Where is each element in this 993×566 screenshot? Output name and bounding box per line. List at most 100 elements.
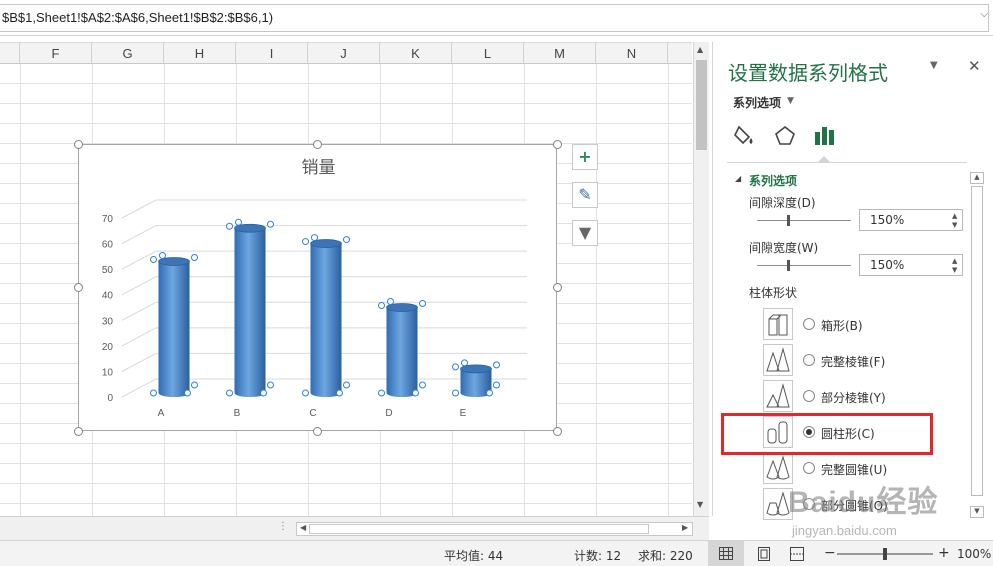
series-options-dropdown[interactable]: 系列选项 [733,94,781,111]
status-sum[interactable]: 求和: 220 [638,547,693,564]
formula-expand-icon[interactable]: ⌵ [980,9,988,20]
shape-option-box[interactable]: 箱形(B) [749,308,959,342]
radio-full-cone[interactable] [803,462,815,474]
chart-resize-handle[interactable] [553,427,562,436]
gap-depth-slider[interactable] [757,215,851,226]
column-header-k[interactable]: K [380,43,452,64]
bar-body [234,228,266,397]
split-grip-icon[interactable]: ⋮ [278,521,288,532]
hscroll-track[interactable] [296,522,693,536]
section-collapse-icon[interactable]: ◢ [735,174,741,183]
pane-divider [727,162,967,163]
scroll-up-icon[interactable]: ▲ [697,45,703,54]
gap-depth-slider-knob[interactable] [787,215,790,226]
chart-resize-handle[interactable] [74,427,83,436]
y-axis-tick-label: 60 [102,240,114,251]
pane-scroll-down-icon[interactable]: ▼ [970,506,984,518]
zoom-slider[interactable] [837,548,933,560]
bar-body [386,307,418,397]
zoom-slider-knob[interactable] [883,548,887,560]
spin-down-icon[interactable]: ▼ [952,221,960,229]
pane-options-dropdown-icon[interactable]: ▼ [930,60,938,71]
y-axis-tick-label: 0 [107,393,113,404]
pane-scroll-up-icon[interactable]: ▲ [970,172,984,184]
series-selection-point [267,220,274,228]
hscroll-thumb[interactable] [309,524,649,534]
pane-scroll-thumb[interactable] [971,186,983,496]
status-count[interactable]: 计数: 12 [574,547,621,564]
radio-box[interactable] [803,318,815,330]
effects-pentagon-icon[interactable] [773,124,797,148]
series-selection-point [191,253,198,261]
spin-down-icon[interactable]: ▼ [952,266,960,274]
scroll-down-icon[interactable]: ▼ [697,500,703,509]
column-header-partial[interactable] [0,43,20,64]
gap-depth-input[interactable]: 150% ▲ ▼ [859,209,963,231]
sheet-horizontal-scrollbar[interactable]: ⋮ ◀ ▶ [0,516,709,540]
bar-cylinder [234,223,266,397]
chart-resize-handle[interactable] [313,140,322,149]
chart-resize-handle[interactable] [74,140,83,149]
chart-plot-svg: 70 60 50 40 30 20 10 0 A B C D E [102,199,527,419]
column-header-g[interactable]: G [92,43,164,64]
spin-up-icon[interactable]: ▲ [952,212,960,220]
chart-resize-handle[interactable] [74,283,83,292]
column-header-j[interactable]: J [308,43,380,64]
section-series-options[interactable]: 系列选项 [749,172,797,189]
shape-option-full-pyramid[interactable]: 完整棱锥(F) [749,344,959,378]
column-header-f[interactable]: F [20,43,92,64]
chart-filter-button[interactable]: ▼ [572,220,598,246]
series-selection-point [486,389,493,397]
column-header-n[interactable]: N [596,43,668,64]
gap-width-slider[interactable] [757,260,851,271]
chevron-down-icon[interactable]: ▼ [787,96,794,106]
radio-full-pyramid[interactable] [803,354,815,366]
gap-depth-value: 150% [870,213,905,227]
series-selection-point [378,302,385,309]
series-selection-point [461,359,468,367]
scroll-left-icon[interactable]: ◀ [300,523,306,532]
pane-scrollbar[interactable]: ▲ ▼ [970,172,984,518]
normal-view-button[interactable] [708,541,744,566]
status-average[interactable]: 平均值: 44 [444,547,503,564]
active-tab-pointer [817,156,831,163]
chart-elements-button[interactable]: + [572,144,598,170]
page-layout-view-icon[interactable] [758,547,770,561]
series-selection-point [493,381,500,389]
chart-resize-handle[interactable] [553,140,562,149]
chart-resize-handle[interactable] [553,283,562,292]
pane-close-button[interactable]: ✕ [968,57,981,75]
option-partial-pyramid-label: 部分棱锥(Y) [821,391,886,405]
chart-styles-button[interactable]: ✎ [572,182,598,208]
y-axis-tick-label: 20 [102,342,114,353]
chart-resize-handle[interactable] [313,427,322,436]
scroll-right-icon[interactable]: ▶ [682,523,688,532]
highlight-frame [721,413,933,455]
series-options-bar-icon[interactable] [813,124,837,148]
zoom-level[interactable]: 100% [957,547,991,561]
sheet-scroll-thumb[interactable] [696,60,707,150]
chart-area[interactable]: 销量 70 60 50 40 30 20 10 0 A B C D E [78,144,557,431]
y-axis-tick-label: 10 [102,367,114,378]
page-break-view-icon[interactable] [790,547,804,561]
zoom-out-button[interactable]: − [824,545,836,561]
series-selection-point [191,381,198,389]
fill-line-icon[interactable] [733,124,757,148]
gap-width-input[interactable]: 150% ▲ ▼ [859,254,963,276]
bar-body [310,243,342,397]
series-selection-point [150,255,157,263]
spin-up-icon[interactable]: ▲ [952,257,960,265]
watermark-url: jingyan.baidu.com [792,523,897,538]
gap-width-value: 150% [870,258,905,272]
sheet-vertical-scrollbar[interactable]: ▲ ▼ [693,42,709,516]
column-header-i[interactable]: I [236,43,308,64]
column-header-l[interactable]: L [452,43,524,64]
shape-option-partial-pyramid[interactable]: 部分棱锥(Y) [749,380,959,414]
gap-width-slider-knob[interactable] [787,260,790,271]
radio-partial-pyramid[interactable] [803,390,815,402]
option-box-label: 箱形(B) [821,319,863,333]
column-header-h[interactable]: H [164,43,236,64]
zoom-in-button[interactable]: + [938,545,950,561]
series-selection-point [419,381,426,389]
column-header-m[interactable]: M [524,43,596,64]
